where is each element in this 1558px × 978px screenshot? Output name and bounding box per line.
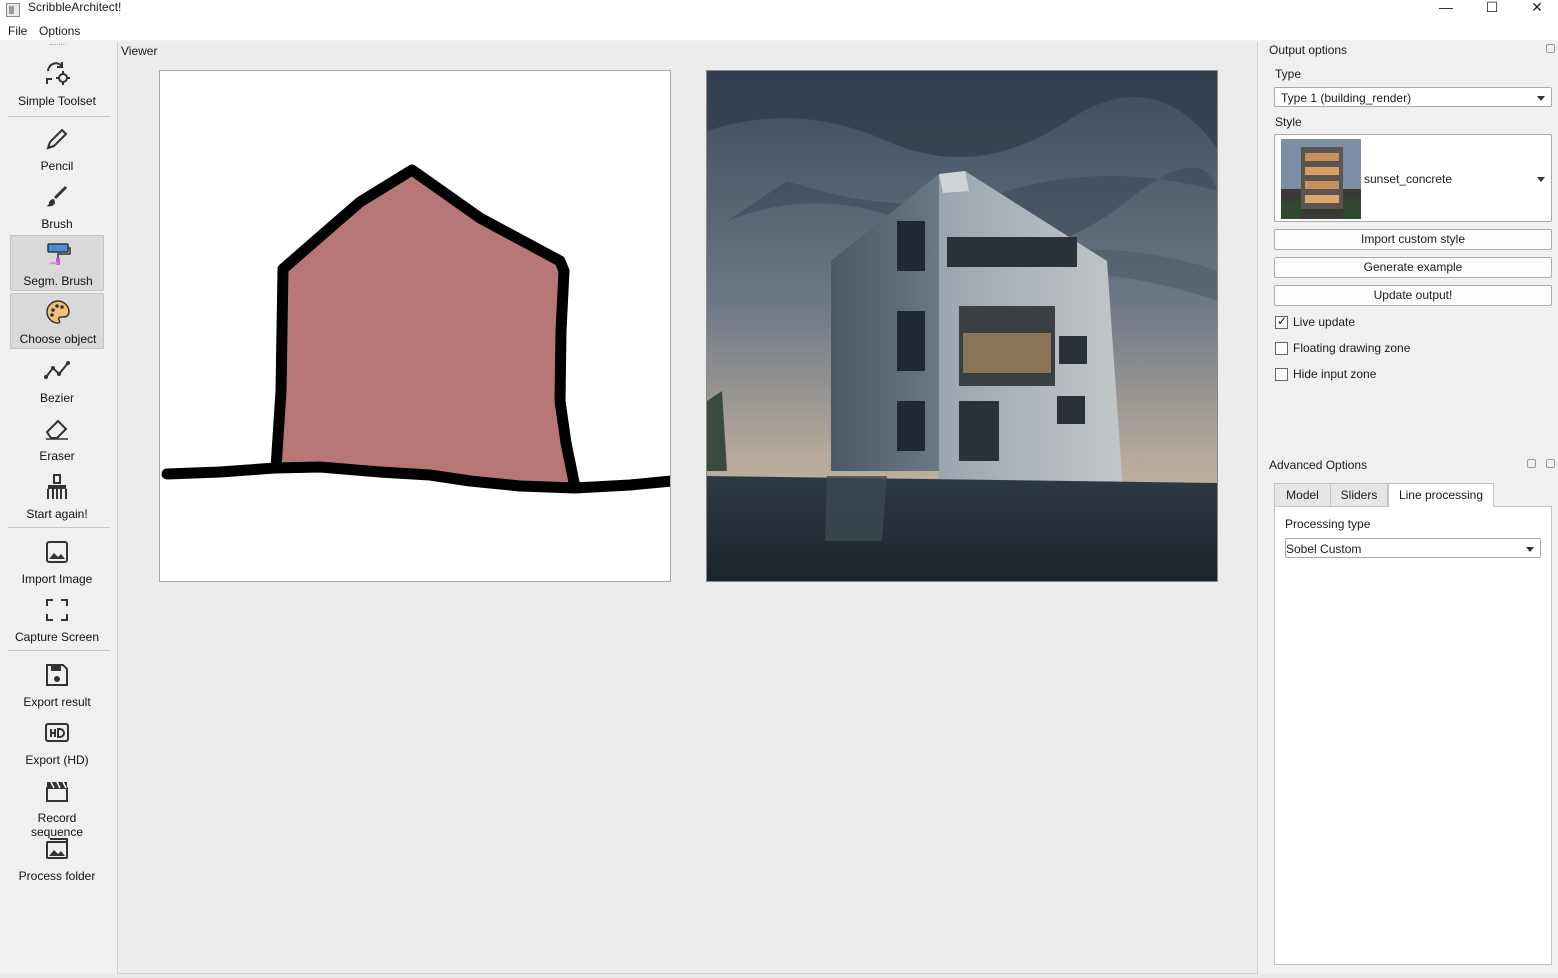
undock-icon[interactable] bbox=[1527, 459, 1536, 468]
processing-type-label: Processing type bbox=[1285, 517, 1371, 531]
ground-line bbox=[161, 461, 670, 494]
import-custom-style-button[interactable]: Import custom style bbox=[1274, 229, 1552, 250]
tab-line-processing[interactable]: Line processing bbox=[1388, 483, 1494, 507]
style-label: Style bbox=[1275, 115, 1302, 129]
chevron-down-icon bbox=[1537, 96, 1545, 101]
maximize-button[interactable]: ☐ bbox=[1469, 0, 1515, 16]
type-select-value: Type 1 (building_render) bbox=[1281, 91, 1412, 105]
style-select-value: sunset_concrete bbox=[1364, 172, 1453, 186]
chevron-down-icon bbox=[1526, 547, 1534, 552]
window-title: ScribbleArchitect! bbox=[28, 0, 122, 14]
tool-brush[interactable]: Brush bbox=[10, 179, 104, 235]
toolbar-separator bbox=[8, 527, 110, 528]
advanced-options-title: Advanced Options bbox=[1269, 458, 1368, 472]
tool-simple-toolset[interactable]: Simple Toolset bbox=[10, 56, 104, 112]
tool-label: Process folder bbox=[18, 869, 96, 883]
toolbar-separator bbox=[8, 650, 110, 651]
tool-label: Export (HD) bbox=[25, 753, 89, 767]
type-label: Type bbox=[1275, 67, 1302, 81]
save-icon bbox=[46, 664, 68, 686]
menu-bar: File Options bbox=[0, 22, 1558, 40]
palette-icon bbox=[46, 300, 70, 324]
tool-label: Export result bbox=[23, 695, 91, 709]
tool-choose-object[interactable]: Choose object bbox=[10, 293, 104, 349]
style-thumbnail bbox=[1281, 139, 1361, 219]
viewer-panel: Viewer bbox=[117, 42, 1258, 974]
generate-example-button[interactable]: Generate example bbox=[1274, 257, 1552, 278]
tool-process-folder[interactable]: Process folder bbox=[10, 831, 104, 887]
toolbar-grip[interactable] bbox=[50, 44, 66, 48]
processing-type-select[interactable]: Sobel Custom bbox=[1285, 538, 1541, 558]
pencil-icon bbox=[46, 128, 68, 150]
toolset-icon bbox=[46, 62, 70, 85]
tool-capture-screen[interactable]: Capture Screen bbox=[10, 592, 104, 648]
toolbar-separator bbox=[8, 116, 110, 117]
type-select[interactable]: Type 1 (building_render) bbox=[1274, 87, 1552, 107]
output-options-title: Output options bbox=[1269, 43, 1348, 57]
viewer-label: Viewer bbox=[121, 44, 158, 58]
tool-label: Pencil bbox=[40, 159, 74, 173]
checkbox-label: Hide input zone bbox=[1293, 367, 1377, 381]
undock-icon[interactable] bbox=[1546, 44, 1555, 53]
broom-icon bbox=[47, 474, 67, 499]
tool-label: Start again! bbox=[26, 507, 88, 521]
tool-label: Brush bbox=[41, 217, 73, 231]
checkbox-box[interactable] bbox=[1275, 368, 1288, 381]
tool-label: Eraser bbox=[39, 449, 75, 463]
style-thumbnail-image bbox=[1281, 139, 1361, 219]
scribble-drawing bbox=[161, 164, 670, 494]
tool-label: Capture Screen bbox=[14, 630, 100, 644]
checkbox-box[interactable] bbox=[1275, 314, 1288, 329]
tool-eraser[interactable]: Eraser bbox=[10, 411, 104, 467]
checkbox-label: Floating drawing zone bbox=[1293, 341, 1411, 355]
menu-options[interactable]: Options bbox=[39, 24, 80, 38]
drawing-canvas[interactable] bbox=[159, 70, 671, 582]
clapper-icon bbox=[46, 781, 68, 802]
update-output-button[interactable]: Update output! bbox=[1274, 285, 1552, 306]
title-bar: ScribbleArchitect! — ☐ ✕ bbox=[0, 0, 1558, 22]
close-button[interactable]: ✕ bbox=[1514, 0, 1558, 16]
output-image bbox=[706, 70, 1218, 582]
tool-label: Simple Toolset bbox=[18, 94, 96, 108]
tool-record-sequence[interactable]: Record sequence bbox=[10, 773, 104, 839]
close-dock-icon[interactable] bbox=[1546, 459, 1555, 468]
tool-bezier[interactable]: Bezier bbox=[10, 353, 104, 409]
tool-import-image[interactable]: Import Image bbox=[10, 534, 104, 590]
tool-label: Import Image bbox=[21, 572, 93, 586]
segmentation-brush-icon bbox=[47, 243, 71, 265]
tool-label: Segm. Brush bbox=[23, 274, 93, 288]
image-icon bbox=[46, 541, 68, 563]
line-processing-panel: Processing type Sobel Custom bbox=[1274, 506, 1552, 965]
chevron-down-icon bbox=[1537, 177, 1545, 182]
tool-export-hd[interactable]: Export (HD) bbox=[10, 715, 104, 771]
app-icon bbox=[6, 3, 20, 17]
checkbox-box[interactable] bbox=[1275, 342, 1288, 355]
folder-images-icon bbox=[46, 838, 68, 859]
tool-export-result[interactable]: Export result bbox=[10, 657, 104, 713]
tab-model[interactable]: Model bbox=[1274, 483, 1331, 507]
hd-icon bbox=[45, 723, 69, 742]
tool-pencil[interactable]: Pencil bbox=[10, 121, 104, 177]
tab-sliders[interactable]: Sliders bbox=[1330, 483, 1388, 507]
tool-sidebar: Simple Toolset Pencil Brush Segm. Brush bbox=[0, 40, 117, 978]
minimize-button[interactable]: — bbox=[1423, 0, 1469, 16]
rendered-building bbox=[707, 71, 1217, 581]
brush-icon bbox=[46, 185, 68, 207]
eraser-icon bbox=[45, 419, 68, 440]
tool-label: Bezier bbox=[39, 391, 74, 405]
processing-type-value: Sobel Custom bbox=[1286, 542, 1362, 556]
checkbox-label: Live update bbox=[1293, 315, 1356, 329]
capture-icon bbox=[46, 599, 68, 621]
house-fill bbox=[278, 170, 575, 485]
tool-segm-brush[interactable]: Segm. Brush bbox=[10, 235, 104, 291]
style-select[interactable]: sunset_concrete bbox=[1274, 134, 1552, 222]
tool-label: Choose object bbox=[19, 332, 97, 346]
tool-start-again[interactable]: Start again! bbox=[10, 469, 104, 525]
status-bar bbox=[0, 974, 1558, 978]
bezier-icon bbox=[44, 361, 70, 379]
menu-file[interactable]: File bbox=[8, 24, 27, 38]
